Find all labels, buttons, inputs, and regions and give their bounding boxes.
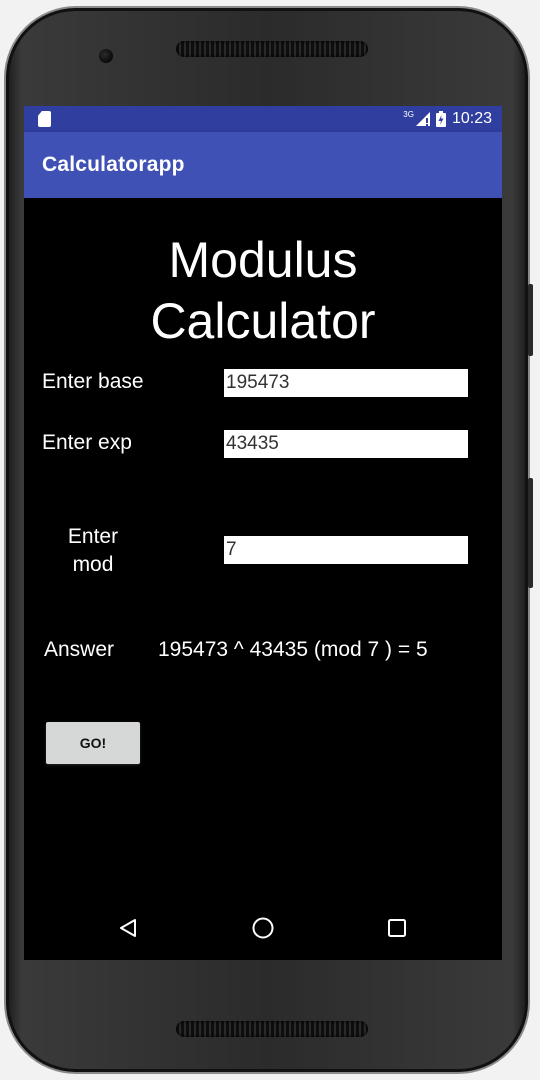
status-bar: 3G 10:23 [24,106,502,132]
front-camera [99,49,113,63]
mod-label-line1: Enter [67,525,119,548]
back-icon [120,919,136,937]
back-button[interactable] [108,908,148,948]
top-speaker [176,41,368,57]
navigation-bar [24,896,502,960]
status-indicators: 3G 10:23 [403,106,492,132]
home-button[interactable] [243,908,283,948]
answer-value: 195473 ^ 43435 (mod 7 ) = 5 [158,638,428,661]
home-icon [252,917,274,939]
sd-card-icon [38,111,51,127]
clock: 10:23 [451,110,492,127]
base-input[interactable] [224,369,468,397]
bottom-speaker [176,1021,368,1037]
go-button[interactable]: GO! [46,722,140,764]
app-title: Calculatorapp [42,153,185,176]
page-title-line2: Calculator [150,293,376,349]
mod-label-line2: mod [72,553,114,576]
screen: 3G 10:23 Calculatorapp Modulus Calculato… [24,106,502,960]
exp-label: Enter exp [42,431,132,454]
recents-icon [388,919,406,937]
page-title: Modulus Calculator [24,230,502,352]
answer-label: Answer [44,638,115,661]
recents-button[interactable] [377,908,417,948]
app-bar: Calculatorapp [24,132,502,198]
base-label: Enter base [42,370,144,393]
battery-icon [435,111,446,127]
mod-label: Enter mod [52,523,134,579]
mod-input[interactable] [224,536,468,564]
page-title-line1: Modulus [168,232,358,288]
power-button [528,478,533,588]
volume-button [528,284,533,356]
network-type: 3G [403,109,414,119]
exp-input[interactable] [224,430,468,458]
signal-icon [415,112,430,126]
